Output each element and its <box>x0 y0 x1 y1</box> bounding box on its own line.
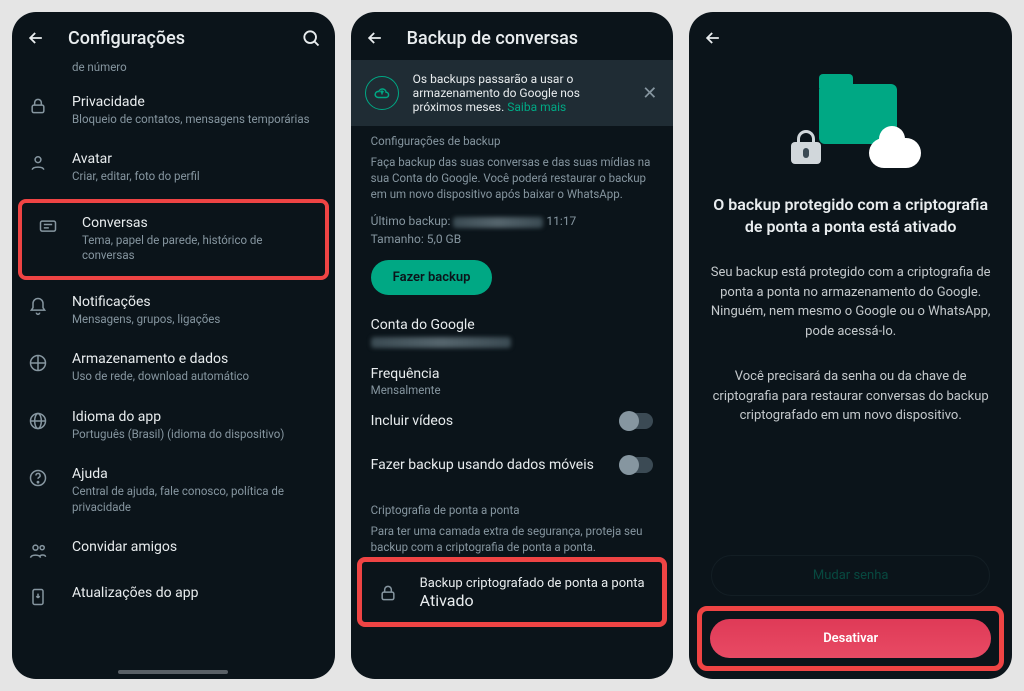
redacted-account <box>371 337 511 348</box>
bell-icon <box>28 294 50 316</box>
backup-now-button[interactable]: Fazer backup <box>371 260 493 295</box>
backup-screen: Backup de conversas Os backups passarão … <box>351 12 674 679</box>
sidebar-item-notifications[interactable]: Notificações Mensagens, grupos, ligações <box>12 282 335 340</box>
banner-text: Os backups passarão a usar o armazenamen… <box>413 72 625 114</box>
sidebar-item-updates[interactable]: Atualizações do app <box>12 573 335 619</box>
sidebar-item-language[interactable]: Idioma do app Português (Brasil) (idioma… <box>12 397 335 455</box>
sidebar-item-chats[interactable]: Conversas Tema, papel de parede, históri… <box>18 199 329 280</box>
e2e-heading: O backup protegido com a criptografia de… <box>709 194 992 237</box>
topbar <box>689 12 1012 60</box>
sidebar-item-invite[interactable]: Convidar amigos <box>12 527 335 573</box>
last-backup: Último backup: 11:17 <box>351 212 674 230</box>
mobile-data-row[interactable]: Fazer backup usando dados móveis <box>351 443 674 487</box>
update-icon <box>28 585 50 607</box>
e2e-content: O backup protegido com a criptografia de… <box>689 60 1012 452</box>
search-icon[interactable] <box>299 26 323 50</box>
storage-banner: Os backups passarão a usar o armazenamen… <box>351 60 674 126</box>
bottom-actions: Mudar senha Desativar <box>697 555 1004 671</box>
change-password-button[interactable]: Mudar senha <box>711 555 990 596</box>
backup-size: Tamanho: 5,0 GB <box>351 230 674 248</box>
settings-list: de número Privacidade Bloqueio de contat… <box>12 60 335 679</box>
disable-highlight: Desativar <box>697 606 1004 671</box>
sidebar-item-avatar[interactable]: Avatar Criar, editar, foto do perfil <box>12 139 335 197</box>
avatar-icon <box>28 151 50 173</box>
toggle-off[interactable] <box>619 457 653 473</box>
lock-icon <box>28 94 50 116</box>
invite-icon <box>28 539 50 561</box>
lock-icon <box>378 583 400 603</box>
close-icon[interactable]: ✕ <box>638 83 661 104</box>
backup-intro: Faça backup das suas conversas e das sua… <box>351 150 674 212</box>
e2e-para-1: Seu backup está protegido com a criptogr… <box>709 263 992 341</box>
e2e-backup-highlight: Backup criptografado de ponta a ponta At… <box>357 557 668 627</box>
frequency-row[interactable]: Frequência Mensalmente <box>351 350 674 399</box>
page-title: Backup de conversas <box>407 28 662 49</box>
google-account-row[interactable]: Conta do Google <box>351 309 674 350</box>
globe-icon <box>28 409 50 431</box>
chat-icon <box>38 215 60 237</box>
section-label: Configurações de backup <box>351 126 674 150</box>
topbar: Backup de conversas <box>351 12 674 60</box>
list-item[interactable]: de número <box>12 60 335 82</box>
encrypted-backup-illustration <box>781 74 921 174</box>
back-icon[interactable] <box>701 26 725 50</box>
sidebar-item-help[interactable]: Ajuda Central de ajuda, fale conosco, po… <box>12 454 335 527</box>
settings-screen: Configurações de número Privacidade Bloq… <box>12 12 335 679</box>
back-icon[interactable] <box>24 26 48 50</box>
include-videos-row[interactable]: Incluir vídeos <box>351 399 674 443</box>
topbar: Configurações <box>12 12 335 60</box>
page-title: Configurações <box>68 28 279 49</box>
disable-button[interactable]: Desativar <box>710 619 991 658</box>
e2e-enabled-screen: O backup protegido com a criptografia de… <box>689 12 1012 679</box>
toggle-off[interactable] <box>619 413 653 429</box>
sidebar-item-privacy[interactable]: Privacidade Bloqueio de contatos, mensag… <box>12 82 335 140</box>
home-indicator <box>118 670 228 674</box>
help-icon <box>28 466 50 488</box>
e2e-hint: Para ter uma camada extra de segurança, … <box>351 519 674 557</box>
learn-more-link[interactable]: Saiba mais <box>507 100 566 114</box>
sidebar-item-storage[interactable]: Armazenamento e dados Uso de rede, downl… <box>12 339 335 397</box>
redacted-date <box>453 217 543 228</box>
data-icon <box>28 351 50 373</box>
e2e-section-label: Criptografia de ponta a ponta <box>351 487 674 519</box>
backup-content: Configurações de backup Faça backup das … <box>351 126 674 679</box>
back-icon[interactable] <box>363 26 387 50</box>
cloud-upload-icon <box>365 76 399 110</box>
e2e-backup-row[interactable]: Backup criptografado de ponta a ponta At… <box>362 562 663 622</box>
e2e-para-2: Você precisará da senha ou da chave de c… <box>709 367 992 426</box>
